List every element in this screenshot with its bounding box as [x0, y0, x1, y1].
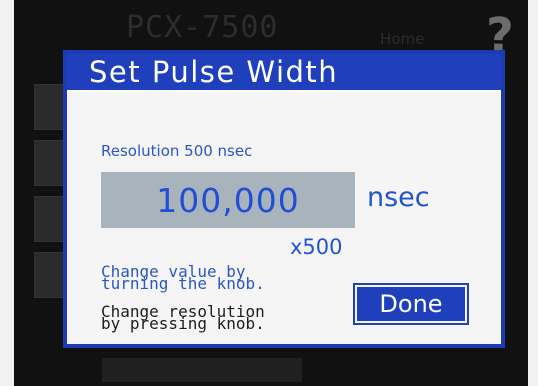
pulse-width-value-field[interactable]: 100,000	[101, 172, 355, 228]
set-pulse-width-dialog: Set Pulse Width Resolution 500 nsec 100,…	[63, 50, 505, 348]
change-value-hint: Change value by turning the knob.	[101, 262, 265, 293]
dialog-header: Set Pulse Width	[67, 54, 501, 92]
done-button[interactable]: Done	[353, 283, 469, 325]
device-screen: PCX-7500 Home ? Set Pulse Width Resoluti…	[14, 0, 528, 386]
pulse-width-value: 100,000	[156, 180, 300, 220]
change-resolution-hint: Change resolution by pressing knob.	[101, 302, 265, 333]
dialog-title: Set Pulse Width	[89, 55, 339, 89]
background-bottom-bar	[102, 358, 302, 382]
home-button[interactable]: Home	[380, 30, 424, 48]
device-title: PCX-7500	[126, 10, 279, 45]
unit-label: nsec	[367, 182, 430, 213]
resolution-label: Resolution 500 nsec	[101, 142, 253, 160]
done-label: Done	[379, 290, 443, 318]
multiplier-label: x500	[290, 235, 343, 259]
